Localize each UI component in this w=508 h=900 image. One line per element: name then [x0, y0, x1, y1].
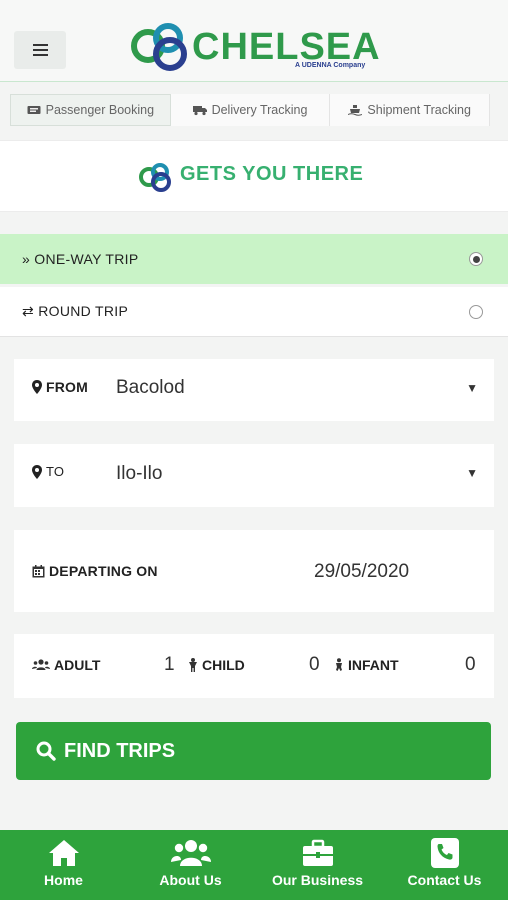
tab-label: Shipment Tracking	[367, 103, 471, 117]
departure-date-value: 29/05/2020	[314, 561, 410, 582]
chevron-down-icon: ▼	[466, 466, 478, 480]
nav-about-us[interactable]: About Us	[127, 830, 254, 900]
to-label: TO	[32, 464, 64, 479]
ship-icon	[348, 105, 363, 116]
adult-count[interactable]: 1	[164, 654, 175, 676]
logo-rings-icon	[139, 163, 171, 192]
brand-tagline: A UDENNA Company	[295, 62, 366, 69]
tagline-text: GETS YOU THERE	[180, 163, 364, 185]
nav-home-label: Home	[44, 872, 83, 888]
round-trip-radio[interactable]	[469, 304, 483, 319]
hamburger-icon	[32, 44, 48, 46]
map-marker-icon	[32, 380, 42, 394]
child-label: CHILD	[188, 657, 245, 673]
app-header: CHELSEA A UDENNA Company	[0, 0, 508, 82]
find-trips-button[interactable]: FIND TRIPS	[16, 722, 491, 780]
to-select[interactable]: TO Ilo-Ilo ▼	[14, 444, 494, 507]
logo-rings-icon	[131, 23, 187, 71]
adult-label: ADULT	[32, 657, 100, 673]
map-marker-icon	[32, 464, 42, 479]
exchange-icon: ⇄	[22, 303, 39, 319]
tab-shipment-tracking[interactable]: Shipment Tracking	[330, 94, 491, 126]
child-icon	[189, 658, 197, 672]
departure-label: DEPARTING ON	[32, 563, 158, 579]
one-way-trip-option[interactable]: » ONE-WAY TRIP	[0, 234, 508, 284]
users-icon	[32, 659, 50, 670]
to-value: Ilo-Ilo	[116, 463, 163, 484]
briefcase-icon	[302, 839, 333, 866]
tab-passenger-booking[interactable]: Passenger Booking	[10, 94, 171, 126]
round-trip-option[interactable]: ⇄ ROUND TRIP	[0, 287, 508, 337]
infant-count[interactable]: 0	[465, 654, 476, 676]
passenger-counts: ADULT 1 CHILD 0 INFANT 0	[14, 634, 494, 698]
users-icon	[170, 840, 211, 866]
bottom-nav: Home About Us Our Business Contact Us	[0, 830, 508, 900]
tab-delivery-tracking[interactable]: Delivery Tracking	[170, 94, 331, 126]
tab-label: Delivery Tracking	[211, 103, 308, 117]
double-chevron-icon: »	[22, 251, 35, 267]
nav-contact-us-label: Contact Us	[407, 872, 482, 888]
ticket-icon	[27, 106, 41, 114]
nav-our-business-label: Our Business	[271, 872, 364, 888]
booking-tabs: Passenger Booking Delivery Tracking Ship…	[10, 94, 491, 126]
one-way-trip-label: » ONE-WAY TRIP	[22, 251, 139, 267]
child-count[interactable]: 0	[309, 654, 320, 676]
nav-home[interactable]: Home	[0, 830, 127, 900]
round-trip-label: ⇄ ROUND TRIP	[22, 303, 129, 319]
tab-label: Passenger Booking	[45, 103, 155, 117]
nav-our-business[interactable]: Our Business	[254, 830, 381, 900]
phone-icon	[430, 838, 459, 868]
calendar-icon	[32, 564, 45, 577]
search-icon	[36, 741, 56, 761]
from-value: Bacolod	[116, 377, 185, 398]
from-label: FROM	[32, 379, 88, 395]
one-way-radio[interactable]	[469, 252, 483, 266]
nav-about-us-label: About Us	[159, 872, 222, 888]
find-trips-label: FIND TRIPS	[64, 739, 176, 762]
tagline-band: GETS YOU THERE	[0, 140, 508, 212]
chelsea-logo[interactable]: CHELSEA A UDENNA Company	[130, 18, 380, 78]
infant-label: INFANT	[334, 657, 399, 673]
from-select[interactable]: FROM Bacolod ▼	[14, 359, 494, 421]
home-icon	[48, 840, 79, 866]
chevron-down-icon: ▼	[466, 381, 478, 395]
truck-icon	[192, 106, 207, 116]
menu-button[interactable]	[14, 31, 66, 69]
infant-icon	[336, 658, 342, 671]
nav-contact-us[interactable]: Contact Us	[381, 830, 508, 900]
departure-date-field[interactable]: DEPARTING ON 29/05/2020	[14, 530, 494, 612]
